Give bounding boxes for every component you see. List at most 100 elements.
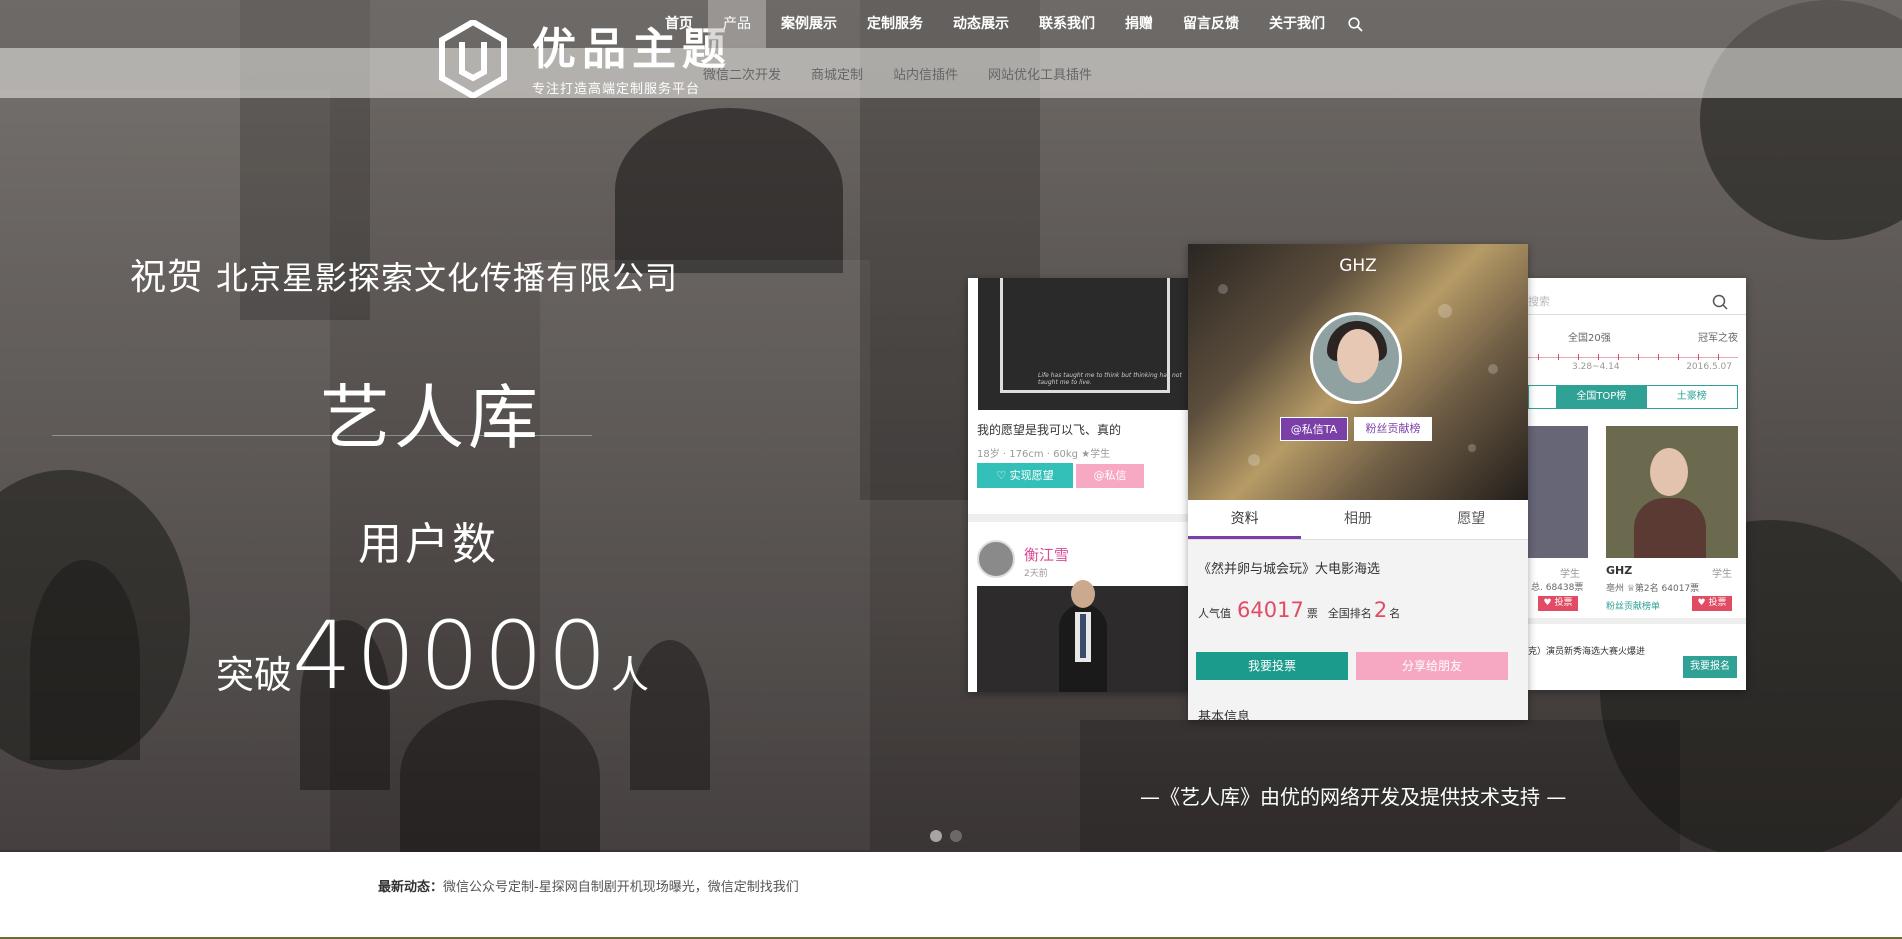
avatar[interactable] xyxy=(977,540,1015,578)
news-bar: 最新动态：微信公众号定制-星探网自制剧开机现场曝光，微信定制找我们 xyxy=(0,852,1902,939)
search-placeholder: 搜索 xyxy=(1528,295,1550,308)
wish-photo: Life has taught me to think but thinking… xyxy=(978,278,1190,410)
search-bar[interactable]: 搜索 xyxy=(1528,287,1746,315)
private-message-button[interactable]: @私信 xyxy=(1076,464,1144,488)
news-link[interactable]: 微信公众号定制-星探网自制剧开机现场曝光，微信定制找我们 xyxy=(443,880,799,895)
tab-info[interactable]: 资料 xyxy=(1188,500,1302,539)
break-suffix: 人 xyxy=(611,653,650,697)
company-name: 北京星影探索文化传播有限公司 xyxy=(216,259,679,297)
subnav-item-mall[interactable]: 商城定制 xyxy=(796,64,878,83)
tab-top-list[interactable]: 全国TOP榜 xyxy=(1556,386,1647,408)
message-button[interactable]: @私信TA xyxy=(1280,417,1348,441)
contestant-role: 学生 xyxy=(1712,569,1732,580)
rank-value: 2 xyxy=(1373,598,1388,622)
timeline-tick xyxy=(1538,354,1539,360)
avatar[interactable] xyxy=(1310,312,1402,404)
contestant-photo[interactable] xyxy=(1528,426,1588,558)
photo-body xyxy=(1634,498,1706,558)
timeline-labels: 全国20强 冠军之夜 xyxy=(1568,329,1738,344)
phone-card-right: 搜索 全国20强 冠军之夜 3.28~4.14 2016.5.07 全国TOP榜… xyxy=(1528,278,1746,690)
rank-label: 全国排名 xyxy=(1327,607,1372,620)
hero-congrats: 祝贺 北京星影探索文化传播有限公司 xyxy=(130,248,678,300)
congrats-prefix: 祝贺 xyxy=(130,257,205,298)
hero-artist-db: 艺人库 xyxy=(320,377,542,459)
nav-item-donate[interactable]: 捐赠 xyxy=(1110,0,1168,48)
photo-tie xyxy=(1080,614,1086,658)
event-title: 克）演员新秀海选大赛火爆进 xyxy=(1528,647,1646,657)
search-icon[interactable] xyxy=(1347,16,1363,32)
sub-nav: 微信二次开发 商城定制 站内信插件 网站优化工具插件 xyxy=(688,48,1107,98)
signup-button[interactable]: 我要报名 xyxy=(1683,656,1737,678)
wish-meta: 18岁 · 176cm · 60kg ★学生 xyxy=(977,449,1111,460)
logo-icon xyxy=(438,18,508,100)
timeline-tick xyxy=(1558,354,1559,360)
timeline-tick xyxy=(1698,354,1699,360)
avatar-face xyxy=(1337,329,1379,383)
share-button[interactable]: 分享给朋友 xyxy=(1356,652,1508,680)
main-nav: 首页 产品 案例展示 定制服务 动态展示 联系我们 捐赠 留言反馈 关于我们 xyxy=(650,0,1370,48)
subnav-item-seo-plugin[interactable]: 网站优化工具插件 xyxy=(973,64,1107,83)
tab-album[interactable]: 相册 xyxy=(1301,500,1414,539)
popularity-unit: 票 xyxy=(1306,607,1318,620)
slider-dot[interactable] xyxy=(930,830,942,842)
nav-item-cases[interactable]: 案例展示 xyxy=(766,0,852,48)
nav-item-custom-service[interactable]: 定制服务 xyxy=(852,0,938,48)
profile-tabs: 资料 相册 愿望 xyxy=(1188,500,1528,540)
break-number: 40000 xyxy=(292,602,612,711)
hero-support-text: —《艺人库》由优的网络开发及提供技术支持 — xyxy=(1140,785,1567,809)
break-prefix: 突破 xyxy=(216,653,293,697)
slider-dot[interactable] xyxy=(950,830,962,842)
nav-item-about[interactable]: 关于我们 xyxy=(1254,0,1340,48)
vote-button[interactable]: 我要投票 xyxy=(1196,652,1348,680)
contestant-role: 学生 xyxy=(1560,569,1580,580)
timeline-stage-2: 冠军之夜 xyxy=(1698,333,1738,344)
contestant-info: 亳州 ♕第2名 64017票 xyxy=(1606,584,1700,594)
popularity-row: 人气值 64017 票 全国排名 2 名 xyxy=(1198,598,1400,622)
separator xyxy=(968,514,1190,522)
fan-contribution-link[interactable]: 粉丝贡献榜单 xyxy=(1606,599,1660,612)
search-icon[interactable] xyxy=(1712,294,1728,310)
timeline-tick xyxy=(1658,354,1659,360)
vote-button[interactable]: ♥ 投票 xyxy=(1692,596,1732,611)
timeline-date-2: 2016.5.07 xyxy=(1686,362,1732,372)
tab-wish[interactable]: 愿望 xyxy=(1415,500,1528,539)
wish-text: 我的愿望是我可以飞、真的 xyxy=(977,423,1122,437)
raindrop xyxy=(1218,284,1228,294)
subnav-item-wechat[interactable]: 微信二次开发 xyxy=(688,64,796,83)
fans-ranking-button[interactable]: 粉丝贡献榜 xyxy=(1354,417,1432,441)
subnav-item-message-plugin[interactable]: 站内信插件 xyxy=(878,64,973,83)
raindrop xyxy=(1248,454,1260,466)
rank-unit: 名 xyxy=(1389,607,1401,620)
tab-blank[interactable] xyxy=(1529,386,1556,408)
timeline-stage-1: 全国20强 xyxy=(1568,333,1611,344)
user-name[interactable]: 衡江雪 xyxy=(1024,544,1069,565)
nav-item-products[interactable]: 产品 xyxy=(708,0,766,48)
contestant-name[interactable]: GHZ xyxy=(1606,564,1632,577)
bg-arch xyxy=(400,700,600,852)
contestant-photo[interactable] xyxy=(1606,426,1738,558)
tab-rich-list[interactable]: 土豪榜 xyxy=(1647,386,1737,408)
photo-head xyxy=(1071,580,1095,608)
contestant-votes: 总. 68438票 xyxy=(1531,583,1584,593)
realize-wish-button[interactable]: ♡ 实现愿望 xyxy=(977,463,1073,488)
nav-item-contact[interactable]: 联系我们 xyxy=(1024,0,1110,48)
nav-item-home[interactable]: 首页 xyxy=(650,0,708,48)
news-label: 最新动态： xyxy=(378,880,444,895)
hero-break-count: 突破 40000 人 xyxy=(216,610,649,704)
timeline-dates: 3.28~4.14 2016.5.07 xyxy=(1572,362,1732,372)
timeline-date-1: 3.28~4.14 xyxy=(1572,362,1620,372)
profile-title: GHZ xyxy=(1339,256,1377,276)
vote-button[interactable]: ♥ 投票 xyxy=(1538,596,1578,611)
nav-item-feedback[interactable]: 留言反馈 xyxy=(1168,0,1254,48)
raindrop xyxy=(1488,364,1498,374)
nav-item-news[interactable]: 动态展示 xyxy=(938,0,1024,48)
nav-search-button[interactable] xyxy=(1340,0,1370,48)
movie-title: 《然并卵与城会玩》大电影海选 xyxy=(1198,562,1381,577)
post-photo[interactable] xyxy=(977,580,1190,692)
hero-banner: 祝贺 北京星影探索文化传播有限公司 艺人库 用户数 突破 40000 人 —《艺人库》… xyxy=(0,0,1902,852)
timeline-ruler xyxy=(1528,346,1738,360)
phone-card-middle: GHZ @私信TA 粉丝贡献榜 资料 相册 愿望 《然并卵与城会玩》大电影海选 … xyxy=(1188,244,1528,720)
news-text: 最新动态：微信公众号定制-星探网自制剧开机现场曝光，微信定制找我们 xyxy=(378,876,799,895)
hero-user-count-label: 用户数 xyxy=(358,519,499,570)
raindrop xyxy=(1468,444,1476,452)
